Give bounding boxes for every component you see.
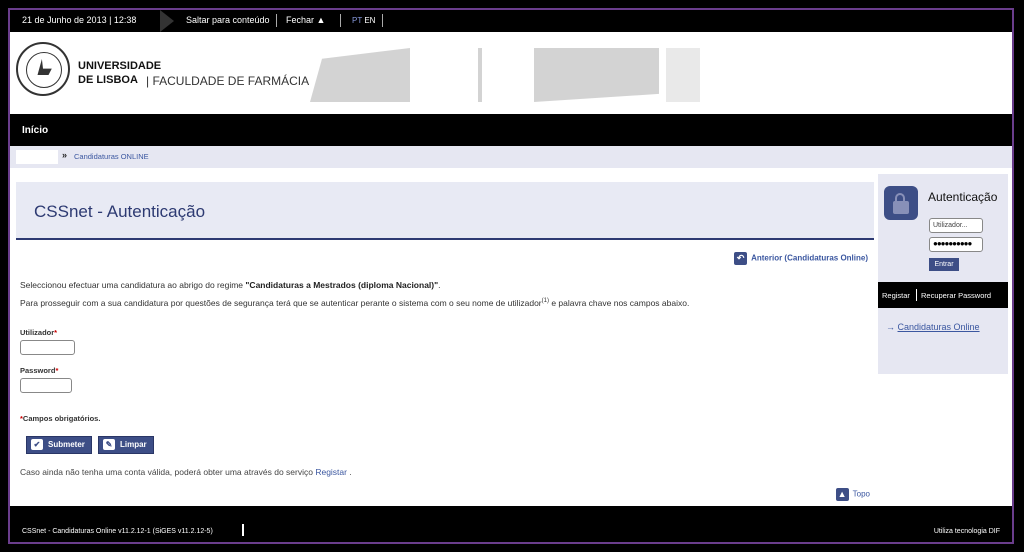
lang-en-link[interactable]: EN [364, 16, 375, 25]
login-sidebar: Autenticação Utilizador... ●●●●●●●●●● En… [878, 174, 1008, 374]
divider [242, 524, 244, 536]
nav-home[interactable]: Início [22, 125, 48, 136]
header-decoration [534, 48, 659, 102]
top-link[interactable]: ▲ Topo [835, 488, 870, 501]
page-title: CSSnet - Autenticação [34, 202, 206, 221]
sidebar-user-input[interactable]: Utilizador... [929, 218, 983, 233]
university-seal-logo[interactable] [16, 42, 70, 96]
previous-link[interactable]: ↶ Anterior (Candidaturas Online) [734, 252, 868, 265]
required-note: *Campos obrigatórios. [20, 414, 100, 423]
regime-end: . [438, 280, 441, 290]
sidebar-register-link[interactable]: Registar [882, 291, 910, 300]
divider [340, 14, 341, 27]
lock-icon [884, 186, 918, 220]
regime-paragraph: Seleccionou efectuar uma candidatura ao … [20, 280, 441, 290]
password-label: Password* [20, 366, 58, 375]
top-link-label: Topo [852, 489, 870, 499]
required-mark: * [55, 366, 59, 375]
title-box: CSSnet - Autenticação [16, 182, 874, 240]
technology-info: Utiliza tecnologia DIF [933, 528, 1000, 535]
sidebar-title: Autenticação [928, 190, 998, 204]
site-header: UNIVERSIDADE DE LISBOA | FACULDADE DE FA… [10, 32, 1012, 114]
arrow-right-icon: → [886, 322, 895, 332]
submit-icon: ✔ [31, 439, 43, 451]
required-note-text: Campos obrigatórios. [22, 414, 101, 423]
no-account-text: Caso ainda não tenha uma conta válida, p… [20, 467, 316, 477]
main-content: CSSnet - Autenticação ↶ Anterior (Candida… [16, 174, 874, 501]
no-account-paragraph: Caso ainda não tenha uma conta válida, p… [20, 467, 352, 477]
breadcrumb-arrow-icon: » [62, 150, 68, 160]
version-info: CSSnet - Candidaturas Online v11.2.12-1 … [22, 528, 213, 535]
caret-up-icon: ▲ [316, 15, 326, 25]
login-button[interactable]: Entrar [929, 258, 959, 271]
password-label-text: Password [20, 366, 56, 375]
sidebar-applications-link[interactable]: → Candidaturas Online [886, 322, 980, 332]
sidebar-applications-label: Candidaturas Online [897, 322, 980, 332]
eraser-icon: ✎ [103, 439, 115, 451]
instructions-text: Para prosseguir com a sua candidatura po… [20, 298, 542, 308]
divider [916, 289, 917, 301]
header-decoration [310, 48, 410, 102]
breadcrumb-candidaturas-link[interactable]: Candidaturas ONLINE [74, 152, 149, 161]
user-input[interactable] [20, 340, 75, 355]
close-link-label: Fechar [286, 15, 315, 25]
faculty-name: | FACULDADE DE FARMÁCIA [146, 74, 310, 88]
header-decoration [478, 48, 482, 102]
close-link[interactable]: Fechar ▲ [286, 15, 325, 25]
main-nav: Início [10, 114, 1012, 146]
previous-link-label: Anterior (Candidaturas Online) [751, 253, 868, 263]
regime-text: Seleccionou efectuar uma candidatura ao … [20, 280, 246, 290]
no-account-end: . [346, 467, 352, 477]
clear-button[interactable]: ✎ Limpar [98, 436, 154, 454]
instructions-paragraph: Para prosseguir com a sua candidatura po… [20, 298, 689, 308]
university-name-line1: UNIVERSIDADE [78, 60, 162, 72]
user-label-text: Utilizador [20, 328, 55, 337]
back-arrow-icon: ↶ [734, 252, 748, 265]
footnote-mark: (1) [541, 298, 549, 305]
password-input[interactable] [20, 378, 72, 393]
chevron-right-icon [160, 10, 174, 32]
top-bar: 21 de Junho de 2013 | 12:38 Saltar para … [10, 10, 1012, 32]
register-link[interactable]: Registar [315, 467, 347, 477]
site-footer: CSSnet - Candidaturas Online v11.2.12-1 … [10, 506, 1012, 542]
language-switcher: PT EN [352, 16, 375, 25]
sidebar-password-input[interactable]: ●●●●●●●●●● [929, 237, 983, 252]
lang-pt-link[interactable]: PT [352, 16, 362, 25]
arrow-up-icon: ▲ [835, 488, 849, 501]
submit-button[interactable]: ✔ Submeter [26, 436, 92, 454]
instructions-end: e palavra chave nos campos abaixo. [548, 298, 690, 308]
university-name-line2: DE LISBOA [78, 74, 138, 86]
date-time: 21 de Junho de 2013 | 12:38 [22, 15, 137, 25]
regime-name: "Candidaturas a Mestrados (diploma Nacio… [245, 280, 439, 290]
clear-button-label: Limpar [120, 440, 147, 449]
required-mark: * [54, 328, 58, 337]
submit-button-label: Submeter [48, 440, 85, 449]
user-label: Utilizador* [20, 328, 57, 337]
divider [276, 14, 277, 27]
divider [382, 14, 383, 27]
breadcrumb: » Candidaturas ONLINE [10, 146, 1012, 168]
account-links-bar: Registar Recuperar Password [878, 282, 1008, 308]
skip-to-content-link[interactable]: Saltar para conteúdo [186, 15, 270, 25]
recover-password-link[interactable]: Recuperar Password [921, 291, 991, 300]
header-decoration [666, 48, 700, 102]
page-frame: 21 de Junho de 2013 | 12:38 Saltar para … [8, 8, 1014, 544]
